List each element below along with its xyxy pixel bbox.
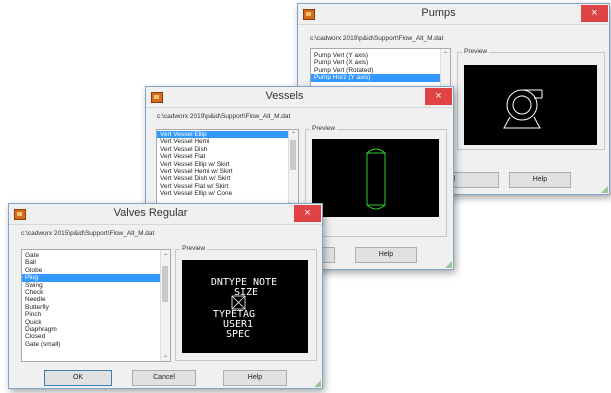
list-item[interactable]: Gate	[22, 252, 160, 259]
valves-cancel-button[interactable]: Cancel	[132, 370, 196, 386]
close-icon[interactable]: ×	[425, 88, 452, 105]
vessels-preview-group: Preview	[305, 125, 447, 237]
list-item[interactable]: Vert Vessel Dish w/ Skirt	[157, 175, 288, 182]
ok-button[interactable]: OK	[44, 370, 112, 386]
scrollbar-thumb[interactable]	[162, 266, 168, 302]
valve-tag-symbol: DNTYPE NOTE SIZE TYPETAG USER1 SPEC	[211, 277, 277, 340]
pumps-preview-group: Preview	[457, 48, 605, 150]
valves-title: Valves Regular	[113, 207, 188, 219]
list-item[interactable]: Quick	[22, 319, 160, 326]
scrollbar[interactable]: ⌃	[288, 130, 298, 207]
vessels-symbol-list[interactable]: Vert Vessel Ellip Vert Vessel Hemi Vert Ve…	[156, 129, 299, 208]
list-item[interactable]: Vert Vessel Dish	[157, 146, 288, 153]
scrollbar-thumb[interactable]	[290, 140, 296, 170]
scroll-down-arrow[interactable]: ⌄	[161, 352, 170, 359]
list-item[interactable]: Vert Vessel Ellip w/ Cone	[157, 190, 288, 197]
list-item[interactable]: Ball	[22, 259, 160, 266]
preview-label: Preview	[462, 48, 490, 55]
close-icon[interactable]: ×	[294, 205, 321, 222]
list-item[interactable]: Pump Horz (Y axis)	[311, 74, 440, 82]
scroll-up-arrow[interactable]: ⌃	[289, 131, 298, 138]
list-item[interactable]: Pump Vert (Y axis)	[311, 52, 440, 59]
list-item[interactable]: Closed	[22, 333, 160, 340]
list-item[interactable]: Vert Vessel Flat	[157, 153, 288, 160]
pumps-help-button[interactable]: Help	[509, 172, 571, 188]
list-item[interactable]: Swing	[22, 282, 160, 289]
valves-preview-pane: DNTYPE NOTE SIZE TYPETAG USER1 SPEC	[182, 260, 308, 353]
list-item[interactable]: Vert Vessel Ellip	[157, 131, 288, 139]
vessels-file-path: c:\cadworx 2019\p&id\Support\Flow_Alt_M.…	[157, 113, 291, 120]
scrollbar[interactable]: ⌃ ⌄	[160, 250, 170, 361]
preview-label: Preview	[180, 245, 208, 252]
pump-symbol	[503, 89, 543, 129]
resize-grip-icon[interactable]	[445, 261, 452, 268]
close-icon[interactable]: ×	[581, 5, 608, 22]
list-item[interactable]: Vert Vessel Ellip w/ Skirt	[157, 161, 288, 168]
vessels-help-button[interactable]: Help	[355, 247, 417, 263]
list-item[interactable]: Vert Vessel Hemi	[157, 138, 288, 145]
valves-help-button[interactable]: Help	[223, 370, 287, 386]
list-item[interactable]: Globe	[22, 267, 160, 274]
list-item[interactable]: Vert Vessel Hemi w/ Skirt	[157, 168, 288, 175]
list-item[interactable]: Vert Vessel Flat w/ Skirt	[157, 183, 288, 190]
resize-grip-icon[interactable]	[601, 186, 608, 193]
list-item[interactable]: Gate (small)	[22, 341, 160, 348]
list-item[interactable]: Pump Vert (X axis)	[311, 59, 440, 66]
list-item[interactable]: Pinch	[22, 311, 160, 318]
preview-label: Preview	[310, 125, 338, 132]
valves-titlebar[interactable]: Valves Regular ×	[9, 204, 322, 225]
list-item[interactable]: Butterfly	[22, 304, 160, 311]
pumps-title: Pumps	[421, 7, 456, 19]
pumps-titlebar[interactable]: Pumps ×	[298, 4, 609, 25]
list-item[interactable]: Diaphragm	[22, 326, 160, 333]
vessels-preview-pane	[312, 139, 439, 217]
pumps-preview-pane	[464, 65, 597, 145]
list-item[interactable]: Needle	[22, 296, 160, 303]
vessels-title: Vessels	[265, 90, 304, 102]
vessel-symbol	[366, 148, 386, 210]
valves-preview-group: Preview DNTYPE NOTE SIZE TYPETAG USER1 S…	[175, 245, 317, 361]
preview-text-line: SIZE	[234, 287, 258, 298]
valves-symbol-list[interactable]: Gate Ball Globe Plug Swing Check Needle Butterf…	[21, 249, 171, 362]
preview-text-line: SPEC	[226, 329, 250, 340]
list-item[interactable]: Plug	[22, 274, 160, 282]
pumps-file-path: c:\cadworx 2019\p&id\Support\Flow_Alt_M.…	[310, 35, 444, 42]
vessels-titlebar[interactable]: Vessels ×	[146, 87, 453, 108]
list-item[interactable]: Check	[22, 289, 160, 296]
scroll-up-arrow[interactable]: ⌃	[441, 51, 450, 58]
valves-dialog: Valves Regular × c:\cadworx 2015\p&id\Su…	[8, 203, 323, 389]
resize-grip-icon[interactable]	[314, 380, 321, 387]
list-item[interactable]: Pump Vert (Rotated)	[311, 67, 440, 74]
scroll-up-arrow[interactable]: ⌃	[161, 253, 170, 260]
valves-file-path: c:\cadworx 2015\p&id\Support\Flow_Alt_M.…	[21, 230, 155, 237]
